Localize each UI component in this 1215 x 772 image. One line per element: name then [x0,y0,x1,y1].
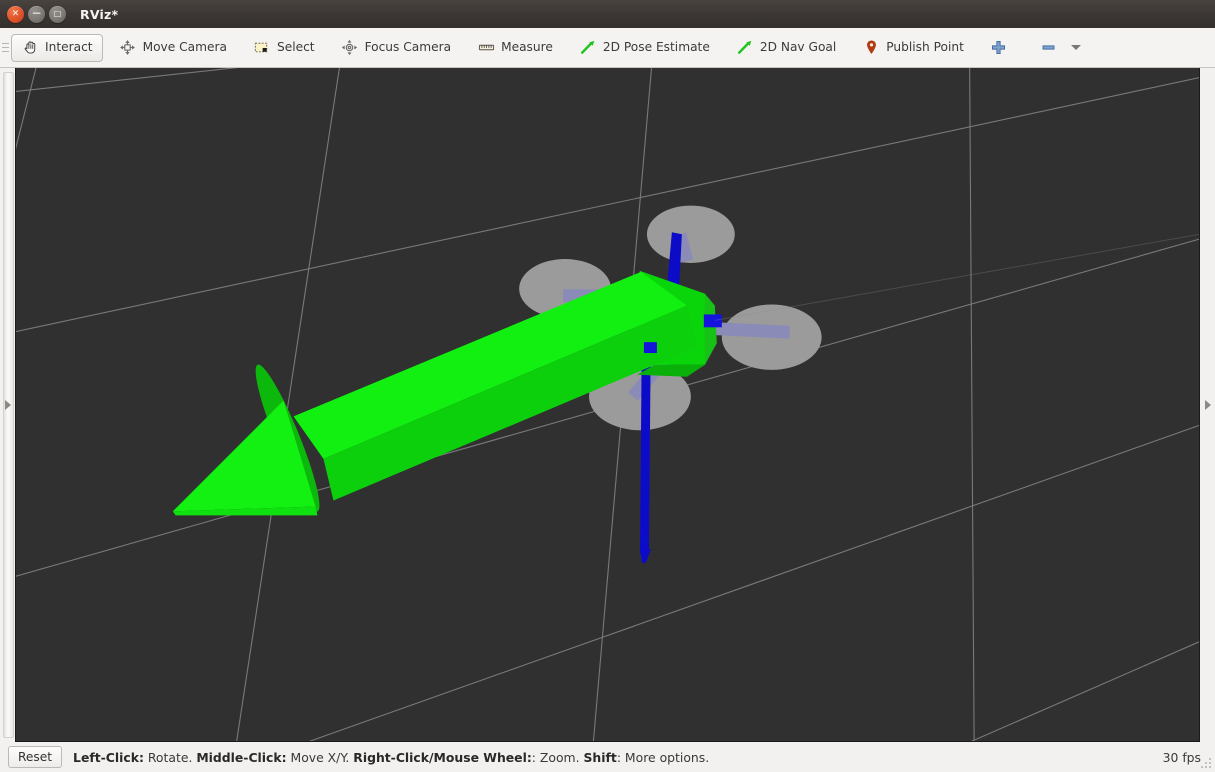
tool-label-measure: Measure [501,41,553,53]
tool-label-2d-nav-goal: 2D Nav Goal [760,41,836,53]
tool-button-interact[interactable]: Interact [11,34,103,62]
tool-label-move-camera: Move Camera [143,41,227,53]
reset-button[interactable]: Reset [8,746,62,768]
green-arrow-icon [736,39,754,57]
map-pin-icon [862,39,880,57]
scene-canvas [16,68,1199,741]
select-rectangle-icon [253,39,271,57]
chevron-right-icon [1205,400,1211,410]
chevron-down-icon[interactable] [1071,45,1081,50]
ruler-icon [477,39,495,57]
rviz-window: ✕ − □ RViz* [0,0,1215,772]
main-toolbar: Interact [0,28,1215,68]
move-camera-icon [119,39,137,57]
tool-button-publish-point[interactable]: Publish Point [852,34,974,62]
window-title: RViz* [80,7,118,22]
window-resize-grip[interactable] [1201,758,1213,770]
hint-seg-0: Left-Click: [73,750,144,765]
fps-counter: 30 fps [1163,750,1201,765]
hand-cursor-icon [21,39,39,57]
tool-label-focus-camera: Focus Camera [365,41,452,53]
add-tool-button[interactable] [980,34,1024,62]
minus-icon [1040,39,1058,57]
tool-label-2d-pose-estimate: 2D Pose Estimate [603,41,710,53]
plus-icon [990,39,1008,57]
tool-button-select[interactable]: Select [243,34,325,62]
chevron-right-icon [5,400,11,410]
reset-button-label: Reset [18,750,52,764]
tool-label-publish-point: Publish Point [886,41,964,53]
hint-seg-7: : More options. [617,750,709,765]
maximize-button[interactable]: □ [49,6,66,23]
tool-button-2d-pose-estimate[interactable]: 2D Pose Estimate [569,34,720,62]
hint-seg-3: Move X/Y. [287,750,354,765]
minimize-button[interactable]: − [28,6,45,23]
viewport-row [0,68,1215,742]
hint-seg-5: : Zoom. [532,750,584,765]
expand-left-panel-handle[interactable] [0,68,15,742]
expand-right-panel-handle[interactable] [1200,68,1215,742]
mouse-hint-text: Left-Click: Rotate. Middle-Click: Move X… [73,750,709,765]
green-arrow-icon [579,39,597,57]
remove-tool-button[interactable] [1030,34,1091,62]
tool-button-move-camera[interactable]: Move Camera [109,34,237,62]
close-icon: ✕ [12,10,20,19]
focus-camera-icon [341,39,359,57]
minimize-icon: − [31,7,41,19]
toolbar-drag-handle[interactable] [0,28,11,68]
hint-seg-6: Shift [584,750,617,765]
close-button[interactable]: ✕ [7,6,24,23]
maximize-icon: □ [54,10,62,18]
tool-label-interact: Interact [45,41,93,53]
tool-label-select: Select [277,41,315,53]
status-bar: Reset Left-Click: Rotate. Middle-Click: … [0,742,1215,772]
tool-button-measure[interactable]: Measure [467,34,563,62]
hint-seg-1: Rotate. [144,750,196,765]
render-viewport-3d[interactable] [15,68,1200,742]
hint-seg-2: Middle-Click: [196,750,286,765]
tool-button-focus-camera[interactable]: Focus Camera [331,34,462,62]
tool-button-2d-nav-goal[interactable]: 2D Nav Goal [726,34,846,62]
hint-seg-4: Right-Click/Mouse Wheel: [353,750,532,765]
window-titlebar: ✕ − □ RViz* [0,0,1215,28]
